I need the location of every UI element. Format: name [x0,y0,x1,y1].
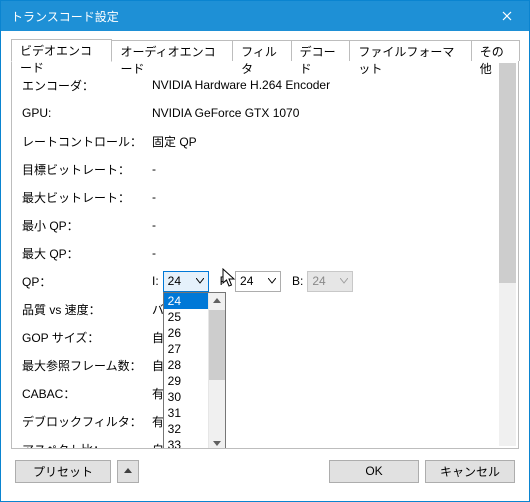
close-icon [502,11,512,21]
tab-decode[interactable]: デコード [291,40,351,61]
title-bar[interactable]: トランスコード設定 [1,1,529,31]
max-qp-label: 最大 QP： [22,245,152,262]
qp-p-label: P: [220,274,232,288]
window-title: トランスコード設定 [11,8,484,25]
panel-scrollbar[interactable] [499,63,516,446]
qp-i-value: 24 [168,274,181,288]
close-button[interactable] [484,1,529,31]
dropdown-item[interactable]: 25 [164,309,208,325]
dropdown-scrollbar[interactable] [208,293,225,449]
target-bitrate-label: 目標ビットレート： [22,161,152,178]
dropdown-scroll-thumb[interactable] [209,310,225,380]
qp-b-value: 24 [312,274,325,288]
tab-strip: ビデオエンコード オーディオエンコード フィルタ デコード ファイルフォーマット… [11,39,519,61]
dropdown-item[interactable]: 32 [164,421,208,437]
dropdown-item[interactable]: 27 [164,341,208,357]
max-qp-value: - [152,246,496,260]
rate-control-value: 固定 QP [152,133,496,150]
chevron-down-icon [192,272,208,291]
transcode-settings-window: トランスコード設定 ビデオエンコード オーディオエンコード フィルタ デコード … [0,0,530,502]
scroll-down-icon[interactable] [209,436,225,449]
gpu-value: NVIDIA GeForce GTX 1070 [152,106,496,120]
dropdown-item[interactable]: 29 [164,373,208,389]
client-area: ビデオエンコード オーディオエンコード フィルタ デコード ファイルフォーマット… [1,31,529,501]
qp-i-label: I: [152,274,160,288]
encoder-label: エンコーダ： [22,77,152,94]
video-encode-panel: エンコーダ：NVIDIA Hardware H.264 Encoder GPU:… [11,60,519,449]
dropdown-item[interactable]: 33 [164,437,208,449]
quality-speed-label: 品質 vs 速度： [22,301,152,318]
panel-scroll-thumb[interactable] [499,63,516,283]
max-bitrate-label: 最大ビットレート： [22,189,152,206]
tab-other[interactable]: その他 [471,40,520,61]
min-qp-label: 最小 QP： [22,217,152,234]
ok-button[interactable]: OK [329,460,419,483]
chevron-down-icon [264,272,280,291]
qp-label: QP： [22,273,152,290]
gpu-label: GPU: [22,106,152,120]
dropdown-item[interactable]: 28 [164,357,208,373]
panel-body: エンコーダ：NVIDIA Hardware H.264 Encoder GPU:… [22,71,496,448]
tab-video-encode[interactable]: ビデオエンコード [11,39,112,62]
deblock-label: デブロックフィルタ： [22,413,152,430]
button-bar: プリセット OK キャンセル [11,449,519,493]
preset-menu-button[interactable] [117,460,139,483]
dropdown-item[interactable]: 26 [164,325,208,341]
chevron-down-icon [336,272,352,291]
target-bitrate-value: - [152,162,496,176]
tab-filter[interactable]: フィルタ [232,40,292,61]
cancel-button[interactable]: キャンセル [425,460,515,483]
qp-i-dropdown[interactable]: 24 25 26 27 28 29 30 31 32 33 [163,292,226,449]
chevron-up-icon [124,468,132,474]
dropdown-list: 24 25 26 27 28 29 30 31 32 33 [164,293,208,449]
qp-i-combo[interactable]: 24 24 25 26 27 28 29 30 [163,271,209,292]
gop-size-label: GOP サイズ： [22,329,152,346]
max-bitrate-value: - [152,190,496,204]
cabac-label: CABAC： [22,385,152,402]
qp-p-combo[interactable]: 24 [235,271,281,292]
encoder-value: NVIDIA Hardware H.264 Encoder [152,78,496,92]
qp-group: I: 24 24 25 26 27 28 [152,271,496,292]
qp-b-combo: 24 [307,271,353,292]
preset-button[interactable]: プリセット [15,460,111,483]
tab-file-format[interactable]: ファイルフォーマット [349,40,471,61]
qp-b-label: B: [292,274,304,288]
ref-frames-label: 最大参照フレーム数： [22,357,152,374]
rate-control-label: レートコントロール： [22,133,152,150]
dropdown-item[interactable]: 30 [164,389,208,405]
scroll-up-icon[interactable] [209,293,225,310]
tab-audio-encode[interactable]: オーディオエンコード [111,40,233,61]
aspect-ratio-label: アスペクト比： [22,441,152,449]
dropdown-item[interactable]: 31 [164,405,208,421]
qp-p-value: 24 [240,274,253,288]
min-qp-value: - [152,218,496,232]
dropdown-item[interactable]: 24 [164,293,208,309]
